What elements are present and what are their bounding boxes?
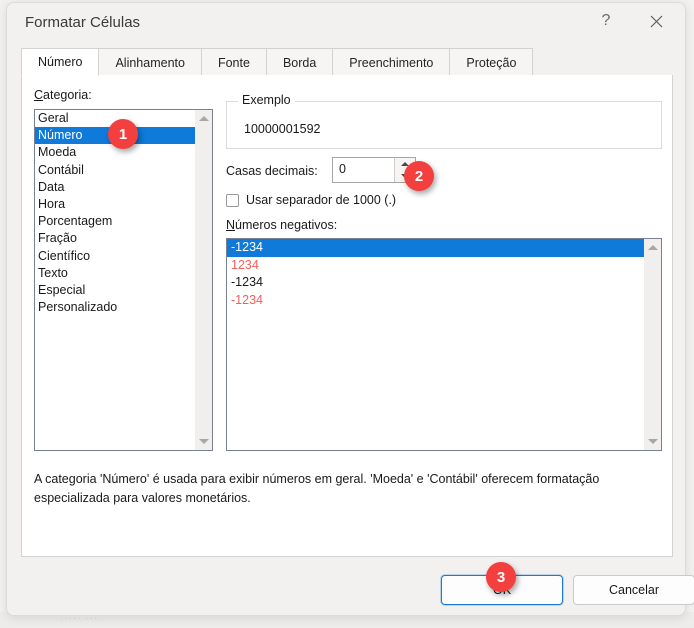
list-item[interactable]: Fração <box>35 230 196 247</box>
list-item[interactable]: Porcentagem <box>35 213 196 230</box>
list-item[interactable]: -1234 <box>227 239 644 257</box>
list-item[interactable]: 1234 <box>227 257 644 275</box>
list-item[interactable]: Data <box>35 179 196 196</box>
tab-protecao[interactable]: Proteção <box>449 48 534 76</box>
category-description: A categoria 'Número' é usada para exibir… <box>34 472 600 505</box>
category-label: Categoria: <box>34 88 92 102</box>
negative-numbers-items: -1234 1234 -1234 -1234 <box>227 239 661 309</box>
tab-preenchimento[interactable]: Preenchimento <box>332 48 451 76</box>
example-value: 10000001592 <box>244 122 321 136</box>
example-legend: Exemplo <box>238 93 295 107</box>
dialog-titlebar: Formatar Células ? <box>7 3 685 43</box>
decimals-label: Casas decimais: <box>226 164 318 178</box>
tabstrip: Número Alinhamento Fonte Borda Preenchim… <box>21 48 673 76</box>
negative-numbers-label: Números negativos: <box>226 218 338 232</box>
format-cells-dialog: Formatar Células ? Número Alinhamento Fo… <box>6 2 694 616</box>
list-item[interactable]: -1234 <box>227 292 644 310</box>
negative-numbers-scrollbar[interactable] <box>644 239 661 450</box>
thousands-separator-checkbox[interactable] <box>226 193 239 207</box>
step-badge-2: 2 <box>404 161 434 191</box>
close-icon[interactable] <box>633 3 679 39</box>
triangle-up-icon[interactable] <box>644 239 661 256</box>
list-item[interactable]: Especial <box>35 282 196 299</box>
tab-fonte[interactable]: Fonte <box>200 48 267 76</box>
category-list-items: Geral Número Moeda Contábil Data Hora Po… <box>35 110 196 450</box>
category-listbox[interactable]: Geral Número Moeda Contábil Data Hora Po… <box>34 109 213 451</box>
tab-alinhamento[interactable]: Alinhamento <box>98 48 202 76</box>
thousands-separator-label: Usar separador de 1000 (.) <box>246 193 397 207</box>
cancel-button[interactable]: Cancelar <box>573 575 694 605</box>
list-item[interactable]: Personalizado <box>35 299 196 316</box>
negative-numbers-listbox[interactable]: -1234 1234 -1234 -1234 <box>226 238 662 451</box>
thousands-separator-row[interactable]: Usar separador de 1000 (.) <box>226 193 396 207</box>
step-badge-3: 3 <box>486 562 516 592</box>
step-badge-1: 1 <box>108 119 138 149</box>
list-item[interactable]: Contábil <box>35 162 196 179</box>
triangle-down-icon[interactable] <box>195 433 212 450</box>
tab-borda[interactable]: Borda <box>265 48 334 76</box>
decimals-input[interactable]: 0 <box>339 162 346 176</box>
category-scrollbar[interactable] <box>195 110 212 450</box>
triangle-down-icon[interactable] <box>644 433 661 450</box>
dialog-title: Formatar Células <box>25 14 141 31</box>
list-item[interactable]: Hora <box>35 196 196 213</box>
help-icon[interactable]: ? <box>583 3 629 39</box>
list-item[interactable]: Científico <box>35 248 196 265</box>
triangle-up-icon[interactable] <box>195 110 212 127</box>
list-item[interactable]: -1234 <box>227 274 644 292</box>
list-item[interactable]: Texto <box>35 265 196 282</box>
dialog-footer: OK Cancelar <box>7 557 694 615</box>
tab-numero[interactable]: Número <box>21 48 100 76</box>
